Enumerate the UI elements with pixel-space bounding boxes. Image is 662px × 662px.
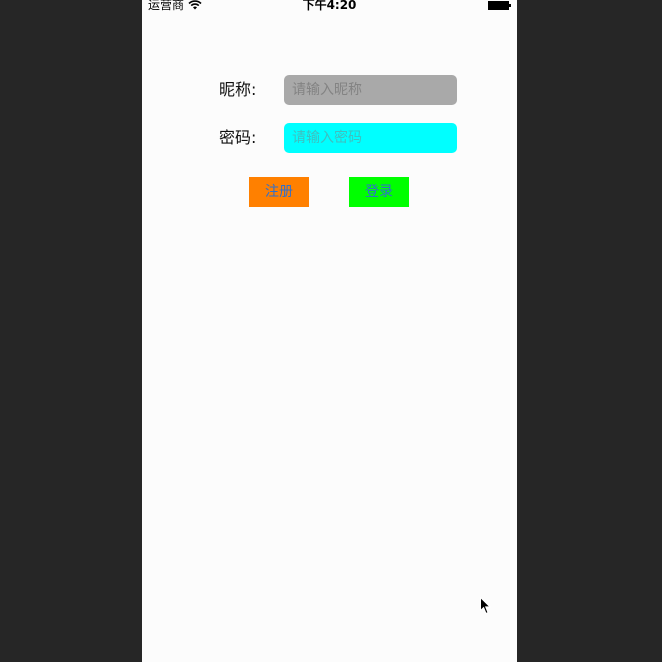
password-label: 密码:	[219, 128, 257, 147]
battery-icon	[488, 0, 511, 10]
status-time: 下午4:20	[302, 0, 357, 12]
nickname-input[interactable]	[284, 75, 457, 105]
register-button[interactable]: 注册	[249, 177, 309, 207]
status-bar: 运营商 下午4:20	[142, 0, 517, 14]
nickname-label: 昵称:	[219, 80, 257, 99]
phone-screen: 运营商 下午4:20 昵称: 密码: 注册 登录	[142, 0, 517, 662]
login-button[interactable]: 登录	[349, 177, 409, 207]
simulator-desktop: 运营商 下午4:20 昵称: 密码: 注册 登录	[0, 0, 662, 662]
password-input[interactable]	[284, 123, 457, 153]
mouse-cursor-icon	[480, 596, 492, 615]
